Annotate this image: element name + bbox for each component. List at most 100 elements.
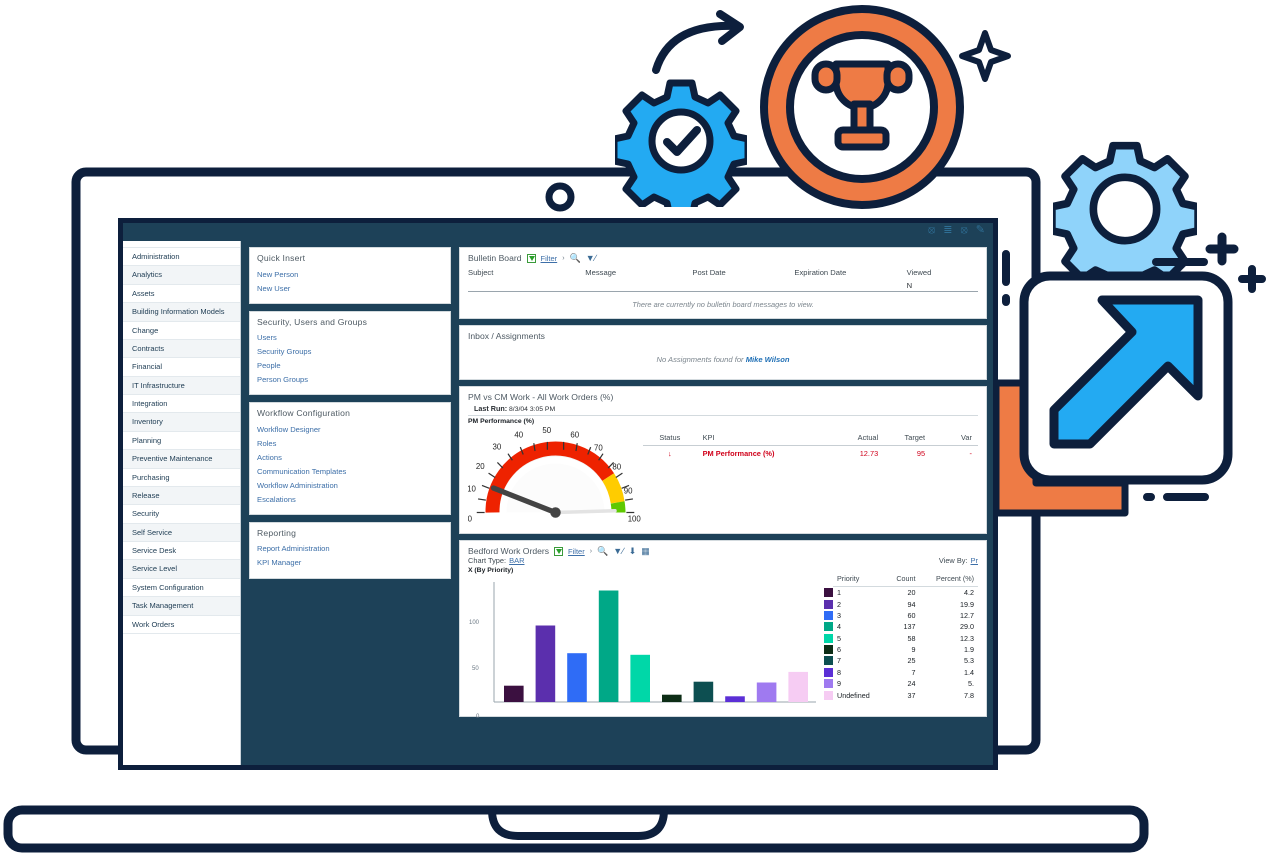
link-report-administration[interactable]: Report Administration [257,543,443,557]
sidebar-item-task-management[interactable]: Task Management [123,597,240,616]
bar-5[interactable] [630,654,650,702]
bar-3[interactable] [567,653,587,702]
module-sidebar[interactable]: Administration Analytics Assets Building… [123,241,241,765]
security-users-groups-card: Security, Users and Groups Users Securit… [249,310,451,396]
link-kpi-manager[interactable]: KPI Manager [257,557,443,571]
view-by-value[interactable]: Pr [971,556,979,565]
sidebar-item-it-infrastructure[interactable]: IT Infrastructure [123,376,240,395]
link-workflow-administration[interactable]: Workflow Administration [257,479,443,493]
sidebar-item-contracts[interactable]: Contracts [123,339,240,359]
search-icon[interactable]: 🔍 [597,546,608,556]
sidebar-item-security[interactable]: Security [123,505,240,524]
link-new-user[interactable]: New User [257,282,443,296]
link-security-groups[interactable]: Security Groups [257,346,443,360]
legend-row[interactable]: 3 60 12.7 [824,610,978,621]
bar-chart-plot: 0 50 100 [468,576,818,720]
link-workflow-designer[interactable]: Workflow Designer [257,423,443,437]
sidebar-item-assets[interactable]: Assets [123,284,240,304]
table-row[interactable]: N [468,280,978,292]
dash-marks [1002,250,1010,306]
table-view-icon[interactable]: ▦ [641,546,650,556]
chevron-right-icon[interactable]: › [562,255,564,262]
link-actions[interactable]: Actions [257,451,443,465]
filter-icon[interactable] [526,253,536,263]
filter-icon[interactable] [554,546,564,556]
legend-row[interactable]: 9 24 5. [824,678,978,689]
cell-message[interactable] [585,280,693,292]
legend-row[interactable]: 8 7 1.4 [824,667,978,678]
inbox-user-link[interactable]: Mike Wilson [746,355,790,364]
legend-swatch [824,633,833,644]
sidebar-item-administration[interactable]: Administration [123,248,240,267]
bar-7[interactable] [693,681,714,702]
info-icon[interactable]: ⦻ [961,225,968,236]
chevron-right-icon[interactable]: › [590,548,592,555]
bar-6[interactable] [662,694,682,702]
legend-priority: 8 [837,667,841,677]
sidebar-item-purchasing[interactable]: Purchasing [123,468,240,487]
cell-kpi-name[interactable]: PM Performance (%) [697,446,831,462]
cell-viewed[interactable]: N [906,280,978,292]
legend-percent: 4.2 [964,588,974,598]
sidebar-item-work-orders[interactable]: Work Orders [123,615,240,634]
bar-2[interactable] [535,625,556,703]
chart-legend: Priority Count Percent (%) 1 20 4.2 2 94 19.9… [818,574,978,716]
legend-row[interactable]: 1 20 4.2 [824,587,978,599]
sidebar-item-planning[interactable]: Planning [123,431,240,451]
sidebar-item-analytics[interactable]: Analytics [123,266,240,285]
sidebar-item-change[interactable]: Change [123,321,240,340]
clear-filter-icon[interactable]: ▼∕ [613,546,623,556]
link-people[interactable]: People [257,360,443,374]
sidebar-item-financial[interactable]: Financial [123,358,240,377]
sidebar-item-integration[interactable]: Integration [123,395,240,414]
search-icon[interactable]: 🔍 [570,253,581,263]
legend-row[interactable]: 6 9 1.9 [824,644,978,655]
cell-post-date[interactable] [692,280,795,292]
link-person-groups[interactable]: Person Groups [257,374,443,388]
bar-1[interactable] [504,685,524,702]
link-escalations[interactable]: Escalations [257,493,443,507]
bar-Undefined[interactable] [788,671,808,702]
sidebar-item-preventive-maintenance[interactable]: Preventive Maintenance [123,450,240,469]
download-icon[interactable]: ⬇ [629,546,637,556]
sidebar-item-self-service[interactable]: Self Service [123,523,240,542]
sidebar-item-service-desk[interactable]: Service Desk [123,542,240,561]
quick-insert-card: Quick Insert New Person New User [249,247,451,304]
pencil-icon[interactable]: ✎ [976,225,985,236]
cell-expiration-date[interactable] [794,280,907,292]
legend-percent: 19.9 [960,599,974,609]
chart-filter-link[interactable]: Filter [568,547,585,556]
link-users[interactable]: Users [257,332,443,346]
filter-sort-icon[interactable]: ≣ [943,225,952,236]
bulletin-filter-link[interactable]: Filter [541,254,558,263]
clear-filter-icon[interactable]: ▼∕ [586,253,596,263]
bar-8[interactable] [725,696,745,702]
legend-table: Priority Count Percent (%) 1 20 4.2 2 94 19.9… [824,574,978,701]
link-new-person[interactable]: New Person [257,268,443,282]
sidebar-item-building-information-models[interactable]: Building Information Models [123,303,240,322]
sidebar-item-inventory[interactable]: Inventory [123,413,240,432]
quick-insert-title: Quick Insert [257,253,306,263]
table-row[interactable]: ↓ PM Performance (%) 12.73 95 - [643,446,978,462]
cell-subject[interactable] [468,280,586,292]
sidebar-item-system-configuration[interactable]: System Configuration [123,578,240,598]
kpi-axis-label: PM Performance (%) [468,415,978,425]
chart-type-value[interactable]: BAR [509,556,524,565]
help-icon[interactable]: ⦻ [928,225,935,236]
sidebar-item-service-level[interactable]: Service Level [123,560,240,579]
bar-9[interactable] [756,682,777,703]
inbox-title: Inbox / Assignments [468,331,545,341]
bar-4[interactable] [598,590,619,703]
col-status: Status [643,433,697,446]
link-communication-templates[interactable]: Communication Templates [257,465,443,479]
legend-row[interactable]: Undefined 37 7.8 [824,689,978,700]
legend-row[interactable]: 5 58 12.3 [824,633,978,644]
legend-row[interactable]: 4 137 29.0 [824,621,978,632]
legend-row[interactable]: 2 94 19.9 [824,598,978,609]
legend-row[interactable]: 7 25 5.3 [824,655,978,666]
sidebar-item-release[interactable]: Release [123,486,240,506]
cell-variance: - [969,449,972,458]
topbar-icon-group[interactable]: ⦻ ≣ ⦻ ✎ [928,225,985,236]
legend-swatch [824,610,833,621]
link-roles[interactable]: Roles [257,437,443,451]
